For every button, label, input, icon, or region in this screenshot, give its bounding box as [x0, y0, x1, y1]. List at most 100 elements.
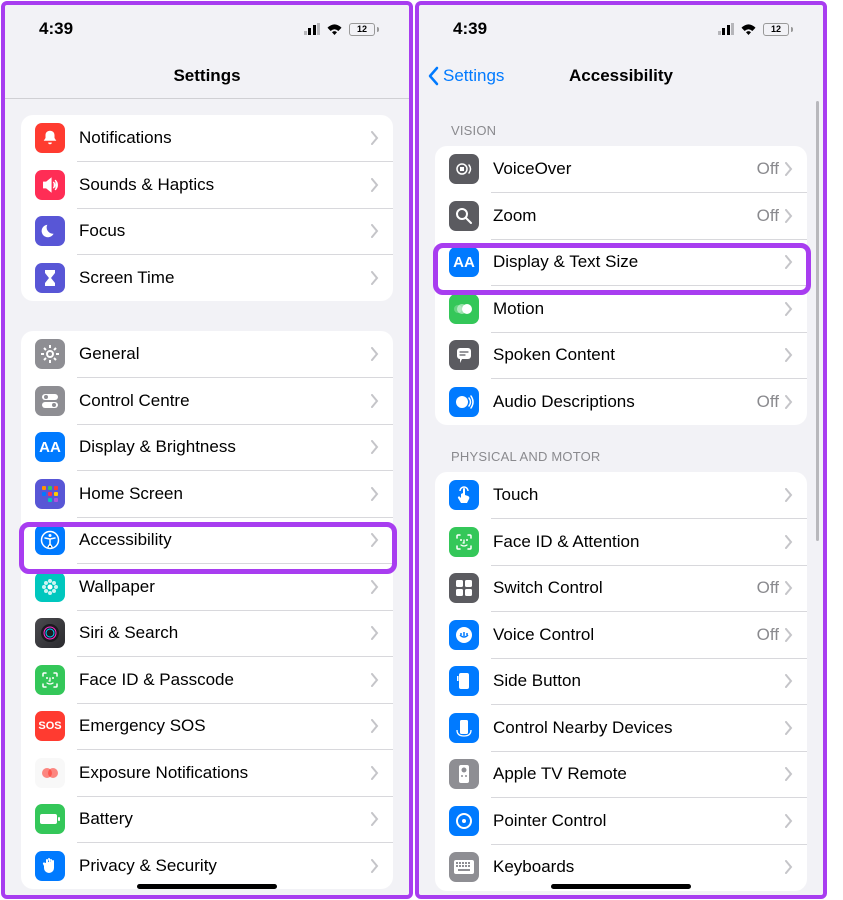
chevron-right-icon: [371, 487, 379, 501]
settings-row-motion[interactable]: Motion: [435, 286, 807, 333]
settings-row-control-centre[interactable]: Control Centre: [21, 378, 393, 425]
settings-row-side-button[interactable]: Side Button: [435, 658, 807, 705]
chevron-right-icon: [785, 488, 793, 502]
accessibility-icon: [35, 525, 65, 555]
chevron-right-icon: [785, 209, 793, 223]
chevron-right-icon: [785, 302, 793, 316]
back-label: Settings: [443, 66, 504, 86]
settings-row-focus[interactable]: Focus: [21, 208, 393, 255]
page-title: Accessibility: [569, 66, 673, 86]
row-label: Privacy & Security: [79, 856, 371, 876]
row-label: General: [79, 344, 371, 364]
settings-row-pointer-control[interactable]: Pointer Control: [435, 798, 807, 845]
row-status: Off: [757, 159, 779, 179]
chevron-right-icon: [785, 162, 793, 176]
settings-row-siri-search[interactable]: Siri & Search: [21, 610, 393, 657]
settings-row-voice-control[interactable]: Voice ControlOff: [435, 612, 807, 659]
row-label: Notifications: [79, 128, 371, 148]
settings-row-sounds-haptics[interactable]: Sounds & Haptics: [21, 162, 393, 209]
row-status: Off: [757, 206, 779, 226]
moon-icon: [35, 216, 65, 246]
settings-row-exposure-notifications[interactable]: Exposure Notifications: [21, 750, 393, 797]
settings-row-apple-tv-remote[interactable]: Apple TV Remote: [435, 751, 807, 798]
motion-icon: [449, 294, 479, 324]
settings-row-voiceover[interactable]: VoiceOverOff: [435, 146, 807, 193]
settings-row-zoom[interactable]: ZoomOff: [435, 193, 807, 240]
chevron-right-icon: [371, 673, 379, 687]
row-label: Audio Descriptions: [493, 392, 757, 412]
battery-icon: [35, 804, 65, 834]
hourglass-icon: [35, 263, 65, 293]
chevron-right-icon: [371, 131, 379, 145]
row-label: Side Button: [493, 671, 785, 691]
settings-row-switch-control[interactable]: Switch ControlOff: [435, 565, 807, 612]
chevron-right-icon: [785, 814, 793, 828]
accessibility-list[interactable]: VISION VoiceOverOffZoomOffAADisplay & Te…: [419, 99, 823, 895]
voiceover-icon: [449, 154, 479, 184]
settings-group-2: General Control Centre AA Display & Brightn…: [21, 331, 393, 889]
row-label: VoiceOver: [493, 159, 757, 179]
aa-icon: AA: [35, 432, 65, 462]
cellular-signal-icon: [304, 23, 321, 35]
settings-row-wallpaper[interactable]: Wallpaper: [21, 564, 393, 611]
row-status: Off: [757, 392, 779, 412]
row-label: Wallpaper: [79, 577, 371, 597]
back-button[interactable]: Settings: [427, 66, 504, 86]
settings-row-display-brightness[interactable]: AA Display & Brightness: [21, 424, 393, 471]
settings-row-display-text-size[interactable]: AADisplay & Text Size: [435, 239, 807, 286]
nav-bar: Settings Accessibility: [419, 53, 823, 99]
row-label: Exposure Notifications: [79, 763, 371, 783]
settings-row-face-id-attention[interactable]: Face ID & Attention: [435, 519, 807, 566]
row-label: Voice Control: [493, 625, 757, 645]
row-label: Emergency SOS: [79, 716, 371, 736]
settings-row-home-screen[interactable]: Home Screen: [21, 471, 393, 518]
zoom-icon: [449, 201, 479, 231]
wifi-icon: [740, 23, 757, 36]
scrollbar[interactable]: [816, 101, 819, 541]
gear-icon: [35, 339, 65, 369]
settings-row-audio-descriptions[interactable]: Audio DescriptionsOff: [435, 379, 807, 426]
row-label: Sounds & Haptics: [79, 175, 371, 195]
settings-row-control-nearby-devices[interactable]: Control Nearby Devices: [435, 705, 807, 752]
accessibility-screen: 4:39 12 Settings Accessibility VISION Vo…: [415, 1, 827, 899]
row-label: Zoom: [493, 206, 757, 226]
remote-icon: [449, 759, 479, 789]
home-indicator[interactable]: [551, 884, 691, 889]
row-label: Display & Text Size: [493, 252, 785, 272]
settings-row-general[interactable]: General: [21, 331, 393, 378]
speaker-icon: [35, 170, 65, 200]
status-time: 4:39: [39, 19, 73, 39]
speech-icon: [449, 340, 479, 370]
settings-group-1: Notifications Sounds & Haptics FocusScreen…: [21, 115, 393, 301]
home-indicator[interactable]: [137, 884, 277, 889]
row-label: Control Nearby Devices: [493, 718, 785, 738]
settings-row-battery[interactable]: Battery: [21, 796, 393, 843]
settings-row-accessibility[interactable]: Accessibility: [21, 517, 393, 564]
settings-row-face-id-passcode[interactable]: Face ID & Passcode: [21, 657, 393, 704]
chevron-right-icon: [371, 440, 379, 454]
battery-icon: 12: [763, 23, 793, 36]
row-label: Motion: [493, 299, 785, 319]
settings-row-privacy-security[interactable]: Privacy & Security: [21, 843, 393, 890]
status-time: 4:39: [453, 19, 487, 39]
row-label: Siri & Search: [79, 623, 371, 643]
chevron-right-icon: [371, 178, 379, 192]
settings-list[interactable]: Notifications Sounds & Haptics FocusScreen…: [5, 99, 409, 895]
settings-row-notifications[interactable]: Notifications: [21, 115, 393, 162]
chevron-right-icon: [785, 581, 793, 595]
chevron-right-icon: [371, 719, 379, 733]
settings-row-touch[interactable]: Touch: [435, 472, 807, 519]
chevron-right-icon: [785, 535, 793, 549]
chevron-right-icon: [785, 348, 793, 362]
chevron-right-icon: [371, 812, 379, 826]
battery-icon: 12: [349, 23, 379, 36]
settings-row-screen-time[interactable]: Screen Time: [21, 255, 393, 302]
exposure-icon: [35, 758, 65, 788]
settings-row-spoken-content[interactable]: Spoken Content: [435, 332, 807, 379]
row-label: Battery: [79, 809, 371, 829]
toggles-icon: [35, 386, 65, 416]
section-header-vision: VISION: [419, 99, 823, 146]
pointer-icon: [449, 806, 479, 836]
row-label: Display & Brightness: [79, 437, 371, 457]
settings-row-emergency-sos[interactable]: SOSEmergency SOS: [21, 703, 393, 750]
